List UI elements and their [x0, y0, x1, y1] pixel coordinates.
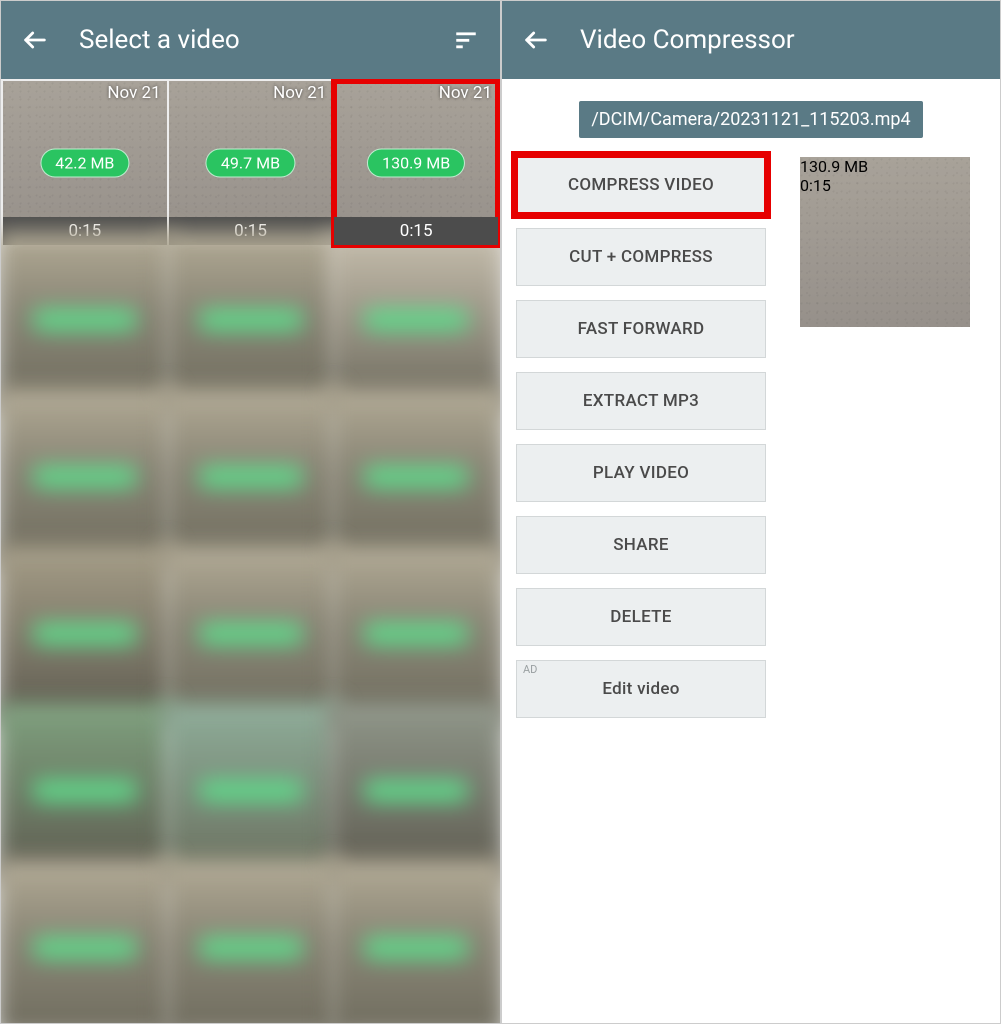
page-title: Select a video: [79, 25, 444, 55]
video-thumb[interactable]: Nov 21 42.2 MB 0:15: [3, 81, 167, 245]
video-thumb-blurred[interactable]: [162, 231, 339, 408]
extract-mp3-button[interactable]: EXTRACT MP3: [516, 372, 766, 430]
thumb-date: Nov 21: [439, 83, 492, 103]
arrow-left-icon: [21, 26, 49, 54]
arrow-left-icon: [522, 26, 550, 54]
video-thumb-blurred[interactable]: [328, 231, 500, 408]
play-video-button[interactable]: PLAY VIDEO: [516, 444, 766, 502]
share-button[interactable]: SHARE: [516, 516, 766, 574]
thumb-size: 130.9 MB: [367, 148, 465, 177]
preview-duration: 0:15: [800, 176, 970, 195]
sort-icon: [453, 27, 479, 53]
edit-video-ad-button[interactable]: AD Edit video: [516, 660, 766, 718]
appbar-left: Select a video: [1, 1, 500, 79]
back-button[interactable]: [514, 18, 558, 62]
video-thumb-blurred[interactable]: [162, 388, 339, 565]
preview-column: 130.9 MB 0:15: [784, 156, 986, 327]
edit-video-label: Edit video: [602, 679, 679, 699]
back-button[interactable]: [13, 18, 57, 62]
thumb-size: 49.7 MB: [206, 148, 295, 177]
file-path: /DCIM/Camera/20231121_115203.mp4: [579, 101, 922, 138]
video-thumb-blurred[interactable]: [162, 702, 339, 879]
compressor-screen: Video Compressor /DCIM/Camera/20231121_1…: [502, 1, 1000, 1023]
video-thumb-selected[interactable]: Nov 21 130.9 MB 0:15: [334, 81, 498, 245]
video-thumb-blurred[interactable]: [328, 545, 500, 722]
video-thumb-blurred[interactable]: [1, 388, 173, 565]
delete-button[interactable]: DELETE: [516, 588, 766, 646]
video-grid: Nov 21 42.2 MB 0:15 Nov 21 49.7 MB 0:15 …: [1, 79, 500, 1023]
video-thumb-blurred[interactable]: [328, 702, 500, 879]
video-thumb-blurred[interactable]: [1, 231, 173, 408]
fast-forward-button[interactable]: FAST FORWARD: [516, 300, 766, 358]
ad-label: AD: [523, 663, 537, 676]
sort-button[interactable]: [444, 18, 488, 62]
compress-video-button[interactable]: COMPRESS VIDEO: [516, 156, 766, 214]
video-thumb-blurred[interactable]: [1, 545, 173, 722]
page-title: Video Compressor: [580, 25, 988, 55]
preview-thumb[interactable]: 130.9 MB 0:15: [800, 157, 970, 327]
thumb-date: Nov 21: [107, 83, 160, 103]
preview-size: 130.9 MB: [800, 157, 868, 176]
video-thumb-blurred[interactable]: [1, 859, 173, 1023]
video-thumb-blurred[interactable]: [328, 388, 500, 565]
action-button-column: COMPRESS VIDEO CUT + COMPRESS FAST FORWA…: [516, 156, 766, 718]
video-thumb-blurred[interactable]: [162, 545, 339, 722]
compressor-body: COMPRESS VIDEO CUT + COMPRESS FAST FORWA…: [502, 156, 1000, 718]
video-thumb-blurred[interactable]: [1, 702, 173, 879]
appbar-right: Video Compressor: [502, 1, 1000, 79]
video-thumb[interactable]: Nov 21 49.7 MB 0:15: [169, 81, 333, 245]
select-video-screen: Select a video Nov 21 42.2 MB 0:15 Nov 2…: [1, 1, 502, 1023]
video-thumb-blurred[interactable]: [162, 859, 339, 1023]
cut-compress-button[interactable]: CUT + COMPRESS: [516, 228, 766, 286]
thumb-duration: 0:15: [334, 217, 498, 245]
video-thumb-blurred[interactable]: [328, 859, 500, 1023]
thumb-size: 42.2 MB: [40, 148, 129, 177]
thumb-date: Nov 21: [273, 83, 326, 103]
